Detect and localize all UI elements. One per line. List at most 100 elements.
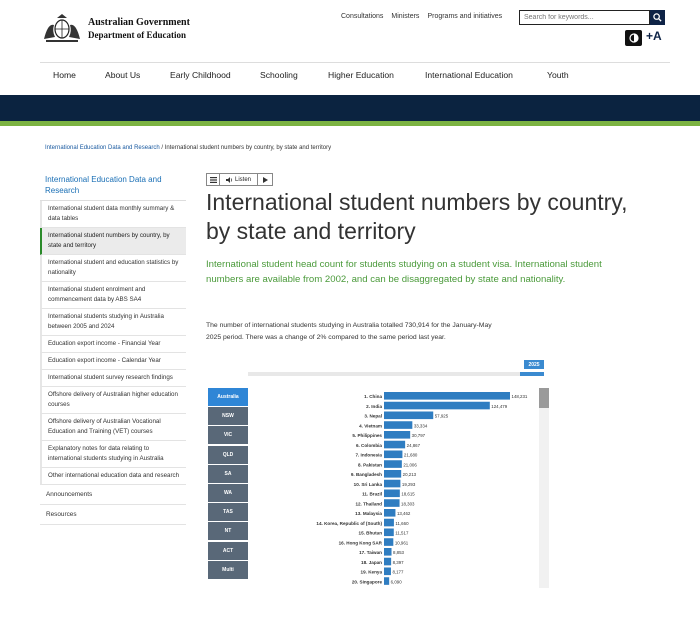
sidebar-item-export-income-financial[interactable]: Education export income - Financial Year — [40, 336, 186, 353]
bar[interactable] — [384, 509, 396, 517]
bar-category-label: 18. Japan — [361, 560, 382, 565]
state-button-australia[interactable]: Australia — [208, 388, 248, 406]
state-button-wa[interactable]: WA — [208, 483, 248, 502]
search-icon — [653, 13, 662, 22]
bar[interactable] — [384, 499, 400, 507]
bar[interactable] — [384, 440, 406, 449]
state-button-sa[interactable]: SA — [208, 464, 248, 483]
sidebar-item-students-2005-2024[interactable]: International students studying in Austr… — [40, 309, 186, 336]
nav-home[interactable]: Home — [53, 70, 76, 80]
sidebar-item-export-income-calendar[interactable]: Education export income - Calendar Year — [40, 353, 186, 370]
bar-category-label: 13. Malaysia — [355, 511, 382, 516]
bar-category-label: 19. Kenya — [361, 570, 383, 575]
year-slider-handle[interactable] — [520, 372, 544, 376]
bar-category-label: 15. Bhutan — [359, 531, 383, 536]
chart-scrollbar[interactable] — [539, 388, 549, 588]
nav-higher-education[interactable]: Higher Education — [328, 70, 394, 80]
sidebar-item-survey-findings[interactable]: International student survey research fi… — [40, 370, 186, 387]
year-slider[interactable] — [248, 372, 544, 376]
bar[interactable] — [384, 460, 402, 468]
state-button-vic[interactable]: VIC — [208, 426, 248, 445]
breadcrumb-parent-link[interactable]: International Education Data and Researc… — [45, 145, 160, 151]
bar[interactable] — [384, 557, 392, 566]
bar[interactable] — [384, 392, 510, 400]
bar[interactable] — [384, 450, 403, 459]
bar-category-label: 3. Nepal — [364, 414, 382, 419]
sidebar-item-enrolment-by-sa4[interactable]: International student enrolment and comm… — [40, 282, 186, 309]
bar-category-label: 10. Sri Lanka — [354, 482, 383, 487]
breadcrumb: International Education Data and Researc… — [45, 145, 331, 151]
bar[interactable] — [384, 411, 434, 420]
state-button-tas[interactable]: TAS — [208, 503, 248, 522]
page-title: International student numbers by country… — [206, 189, 628, 244]
state-button-qld[interactable]: QLD — [208, 445, 248, 464]
bar[interactable] — [384, 489, 400, 498]
text-size-button[interactable]: +A — [646, 29, 662, 43]
listen-menu-button[interactable] — [207, 174, 220, 185]
sidebar-heading[interactable]: International Education Data and Researc… — [40, 172, 186, 201]
bar[interactable] — [384, 401, 490, 410]
header-accent-stripe — [0, 121, 700, 126]
country-bar-chart: 1. China 148,231 2. India 124,479 3. Nepal 57… — [316, 392, 528, 585]
listen-button[interactable]: Listen — [220, 174, 258, 185]
sidebar-item-offshore-vet[interactable]: Offshore delivery of Australian Vocation… — [40, 414, 186, 441]
bar-value-label: 148,231 — [512, 394, 528, 399]
bar[interactable] — [384, 577, 390, 585]
bar-category-label: 16. Hong Kong SAR — [339, 540, 383, 545]
state-filter: Australia NSW VIC QLD SA WA TAS NT ACT M… — [208, 388, 248, 580]
bar[interactable] — [384, 528, 394, 537]
bar[interactable] — [384, 567, 391, 576]
bar-category-label: 8. Pakistan — [358, 462, 382, 467]
summary-paragraph: The number of international students stu… — [206, 322, 492, 341]
bar-value-label: 13,462 — [397, 511, 411, 516]
bar[interactable] — [384, 470, 402, 478]
play-icon — [262, 176, 268, 183]
utility-nav: Consultations Ministers Programs and ini… — [341, 13, 502, 20]
bar[interactable] — [384, 421, 413, 429]
bar-category-label: 1. China — [364, 394, 382, 399]
chart-scrollbar-thumb[interactable] — [539, 388, 549, 408]
sidebar-item-numbers-by-country[interactable]: International student numbers by country… — [40, 228, 186, 255]
bar-value-label: 33,334 — [414, 423, 428, 428]
sidebar-item-offshore-higher-ed[interactable]: Offshore delivery of Australian higher e… — [40, 387, 186, 414]
sidebar-item-explanatory-notes[interactable]: Explanatory notes for data relating to i… — [40, 441, 186, 468]
state-button-multi[interactable]: Multi — [208, 560, 248, 579]
bar-value-label: 21,006 — [403, 462, 417, 467]
utility-link-ministers[interactable]: Ministers — [391, 13, 419, 20]
bar[interactable] — [384, 518, 394, 527]
breadcrumb-separator: / — [161, 145, 164, 151]
contrast-icon — [628, 33, 639, 43]
utility-link-programs[interactable]: Programs and initiatives — [427, 13, 502, 20]
bar[interactable] — [384, 548, 392, 556]
nav-youth[interactable]: Youth — [547, 70, 569, 80]
nav-schooling[interactable]: Schooling — [260, 70, 298, 80]
state-button-act[interactable]: ACT — [208, 541, 248, 560]
bar-value-label: 57,925 — [435, 414, 449, 419]
utility-link-consultations[interactable]: Consultations — [341, 13, 383, 20]
state-button-nsw[interactable]: NSW — [208, 407, 248, 426]
coat-of-arms-icon — [44, 14, 80, 42]
bar[interactable] — [384, 538, 394, 546]
sidebar-item-monthly-summary[interactable]: International student data monthly summa… — [40, 201, 186, 228]
bar-value-label: 8,853 — [393, 550, 405, 555]
search-input[interactable] — [519, 10, 650, 25]
bar[interactable] — [384, 431, 411, 439]
gov-logo[interactable]: Australian Government Department of Educ… — [40, 12, 190, 46]
menu-icon — [209, 176, 217, 183]
sidebar-item-statistics-by-nationality[interactable]: International student and education stat… — [40, 255, 186, 282]
bar-category-label: 14. Korea, Republic of (South) — [316, 521, 382, 526]
bar[interactable] — [384, 479, 401, 488]
contrast-toggle-button[interactable] — [625, 30, 642, 46]
bar-value-label: 11,660 — [395, 521, 409, 526]
sidebar-item-other-data[interactable]: Other international education data and r… — [40, 468, 186, 485]
state-button-nt[interactable]: NT — [208, 522, 248, 541]
sidebar-item-announcements[interactable]: Announcements — [40, 485, 186, 505]
listen-play-button[interactable] — [258, 174, 272, 185]
nav-about-us[interactable]: About Us — [105, 70, 140, 80]
nav-early-childhood[interactable]: Early Childhood — [170, 70, 231, 80]
search-button[interactable] — [650, 10, 665, 25]
sidebar-item-resources[interactable]: Resources — [40, 505, 186, 525]
bar-value-label: 20,213 — [403, 472, 417, 477]
bar-value-label: 18,303 — [401, 501, 415, 506]
nav-international-education[interactable]: International Education — [425, 70, 513, 80]
